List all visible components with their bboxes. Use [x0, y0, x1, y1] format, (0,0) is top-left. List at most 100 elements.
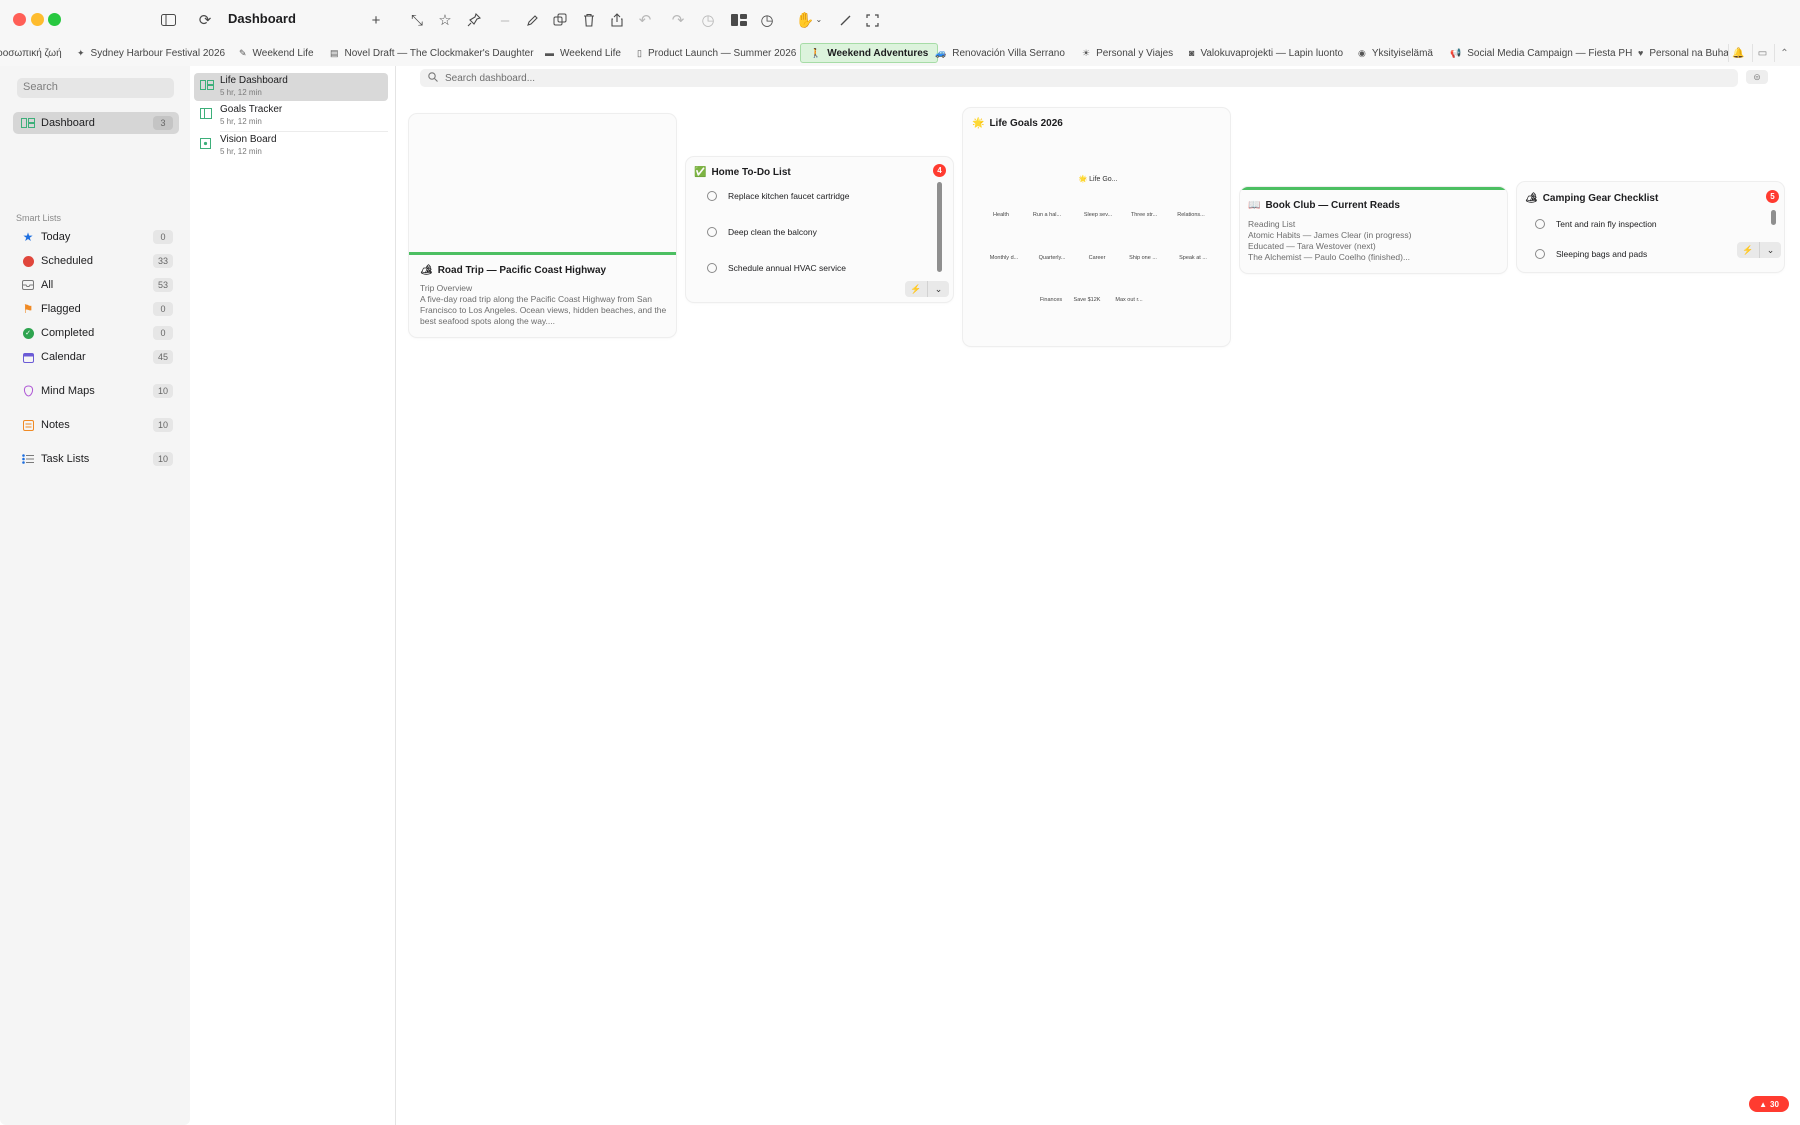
lightning-icon[interactable]: ⚡	[905, 281, 927, 297]
tab-bar: ροσωπική ζωή ✦ Sydney Harbour Festival 2…	[0, 40, 1800, 66]
bell-icon[interactable]: 🔔	[1728, 44, 1748, 62]
sidebar-item-scheduled[interactable]: Scheduled 33	[13, 250, 179, 272]
sidebar-item-completed[interactable]: ✓ Completed 0	[13, 322, 179, 344]
tab-weekend-life-2[interactable]: ▬ Weekend Life	[545, 44, 621, 62]
chevron-down-icon[interactable]: ⌄	[1759, 242, 1781, 258]
card-life-goals[interactable]: 🌟 Life Goals 2026 🌟 Life Go... Health Run…	[963, 108, 1230, 346]
tab-personal-na-buhay[interactable]: ♥ Personal na Buha	[1638, 44, 1728, 62]
camping-icon: 🏕	[1525, 193, 1538, 204]
sidebar-item-label: Today	[41, 231, 71, 243]
tab-novel-draft[interactable]: ▤ Novel Draft — The Clockmaker's Daughte…	[330, 44, 534, 62]
tab-label: Product Launch — Summer 2026	[647, 47, 797, 59]
list-item-title: Goals Tracker	[220, 104, 283, 115]
tray-icon	[15, 280, 41, 290]
tab-label: Personal na Buha	[1649, 47, 1728, 59]
sidebar-item-calendar[interactable]: Calendar 45	[13, 346, 179, 368]
trash-icon[interactable]	[579, 10, 599, 30]
tab-personal-y-viajes[interactable]: ☀ Personal y Viajes	[1082, 44, 1173, 62]
pin-icon[interactable]	[464, 10, 484, 30]
card-book-club[interactable]: 📖 Book Club — Current Reads Reading List …	[1240, 187, 1507, 273]
redo-icon[interactable]: ↷	[668, 10, 688, 30]
warning-badge[interactable]: ▲ 30	[1749, 1096, 1789, 1112]
todo-item[interactable]: Sleeping bags and pads	[1535, 249, 1647, 259]
camera-icon: ◙	[1189, 48, 1195, 58]
card-road-trip[interactable]: 🏕 Road Trip — Pacific Coast Highway Trip …	[409, 114, 676, 337]
sidebar-toggle-icon[interactable]	[158, 10, 178, 30]
pencil-icon: ✎	[239, 47, 247, 58]
sidebar-item-task-lists[interactable]: Task Lists 10	[13, 448, 179, 470]
chevron-down-icon[interactable]: ⌄	[927, 281, 949, 297]
card-title-text: Book Club — Current Reads	[1265, 200, 1400, 211]
add-icon[interactable]: +	[366, 10, 386, 30]
sidebar-item-dashboard[interactable]: Dashboard 3	[13, 112, 179, 134]
duplicate-icon[interactable]	[550, 10, 570, 30]
tab-yksityiselama[interactable]: ◉ Yksityiselämä	[1358, 44, 1433, 62]
todo-item[interactable]: Replace kitchen faucet cartridge	[707, 191, 849, 201]
card-title: 🏕 Road Trip — Pacific Coast Highway	[420, 265, 606, 276]
checkbox-circle[interactable]	[707, 263, 717, 273]
expand-arrows-icon[interactable]: ⤡	[407, 10, 427, 30]
sidebar-item-notes[interactable]: Notes 10	[13, 414, 179, 436]
tab-social-media-campaign[interactable]: 📢 Social Media Campaign — Fiesta PH	[1450, 44, 1632, 62]
sidebar: Search Dashboard 3 Smart Lists ★ Today 0…	[0, 66, 190, 1125]
card-camping-gear[interactable]: 🏕 Camping Gear Checklist 5 Tent and rain …	[1517, 182, 1784, 272]
checkbox-circle[interactable]	[1535, 249, 1545, 259]
list-item-vision-board[interactable]: Vision Board 5 hr, 12 min	[194, 132, 388, 160]
sidebar-item-all[interactable]: All 53	[13, 274, 179, 296]
star-icon[interactable]: ☆	[435, 10, 455, 30]
tab-renovacion-villa-serrano[interactable]: 🚙 Renovación Villa Serrano	[935, 44, 1065, 62]
todo-item[interactable]: Schedule annual HVAC service	[707, 263, 846, 273]
layout-icon[interactable]	[729, 10, 749, 30]
tab-label: Social Media Campaign — Fiesta PH	[1467, 47, 1633, 59]
scrollbar[interactable]	[937, 182, 942, 272]
history-dim-icon[interactable]: ◷	[698, 10, 718, 30]
checkbox-circle[interactable]	[707, 227, 717, 237]
sidebar-search-input[interactable]: Search	[17, 78, 174, 98]
undo-icon[interactable]: ↶	[635, 10, 655, 30]
pencil-icon[interactable]	[522, 10, 542, 30]
todo-item[interactable]: Tent and rain fly inspection	[1535, 219, 1657, 229]
tab-valokuvaprojekti[interactable]: ◙ Valokuvaprojekti — Lapin luonto	[1189, 44, 1343, 62]
mind-map-node: Run a hal...	[1032, 212, 1062, 218]
tab-sydney-harbour-festival[interactable]: ✦ Sydney Harbour Festival 2026	[77, 44, 225, 62]
lightning-icon[interactable]: ⚡	[1737, 242, 1759, 258]
minimize-window-button[interactable]	[31, 13, 44, 26]
tab-product-launch[interactable]: ▯ Product Launch — Summer 2026	[637, 44, 796, 62]
list-item-subtitle: 5 hr, 12 min	[220, 147, 262, 156]
sidebar-item-today[interactable]: ★ Today 0	[13, 226, 179, 248]
sidebar-item-flagged[interactable]: ⚑ Flagged 0	[13, 298, 179, 320]
zoom-window-button[interactable]	[48, 13, 61, 26]
history-icon[interactable]: ◷	[757, 10, 777, 30]
panel-icon[interactable]: ▭	[1752, 44, 1772, 62]
card-home-todo[interactable]: ✅ Home To-Do List 4 Replace kitchen fauce…	[686, 157, 953, 302]
hand-tool-dropdown-icon[interactable]: ✋ ⌄	[794, 10, 824, 30]
tab-weekend-adventures[interactable]: 🚶 Weekend Adventures	[800, 43, 939, 63]
sidebar-item-count: 53	[153, 278, 173, 292]
chevron-up-icon[interactable]: ⌃	[1774, 44, 1794, 62]
sidebar-item-count: 3	[153, 116, 173, 130]
todo-label: Sleeping bags and pads	[1556, 249, 1648, 259]
sidebar-item-count: 33	[153, 254, 173, 268]
scrollbar[interactable]	[1771, 210, 1776, 225]
card-title-text: Camping Gear Checklist	[1542, 193, 1659, 204]
heart-icon: ♥	[1638, 48, 1644, 58]
close-window-button[interactable]	[13, 13, 26, 26]
sidebar-item-label: All	[41, 279, 54, 291]
sidebar-item-mind-maps[interactable]: Mind Maps 10	[13, 380, 179, 402]
filter-icon[interactable]: ⊜	[1746, 70, 1768, 84]
tab-label: Personal y Viajes	[1096, 47, 1174, 59]
checkbox-circle[interactable]	[1535, 219, 1545, 229]
todo-item[interactable]: Deep clean the balcony	[707, 227, 817, 237]
draw-icon[interactable]	[835, 10, 855, 30]
tab-strip: ροσωπική ζωή ✦ Sydney Harbour Festival 2…	[0, 40, 1728, 66]
share-icon[interactable]	[607, 10, 627, 30]
tab-weekend-life[interactable]: ✎ Weekend Life	[239, 44, 314, 62]
list-item-life-dashboard[interactable]: Life Dashboard 5 hr, 12 min	[194, 73, 388, 101]
sync-icon[interactable]: ⟳	[195, 10, 215, 30]
card-accent-bar	[1240, 187, 1507, 190]
fullscreen-icon[interactable]	[862, 10, 882, 30]
dashboard-search-input[interactable]: Search dashboard...	[420, 69, 1738, 87]
list-item-goals-tracker[interactable]: Goals Tracker 5 hr, 12 min	[194, 102, 388, 130]
tab-prosopiki-zoi[interactable]: ροσωπική ζωή	[0, 44, 62, 62]
checkbox-circle[interactable]	[707, 191, 717, 201]
